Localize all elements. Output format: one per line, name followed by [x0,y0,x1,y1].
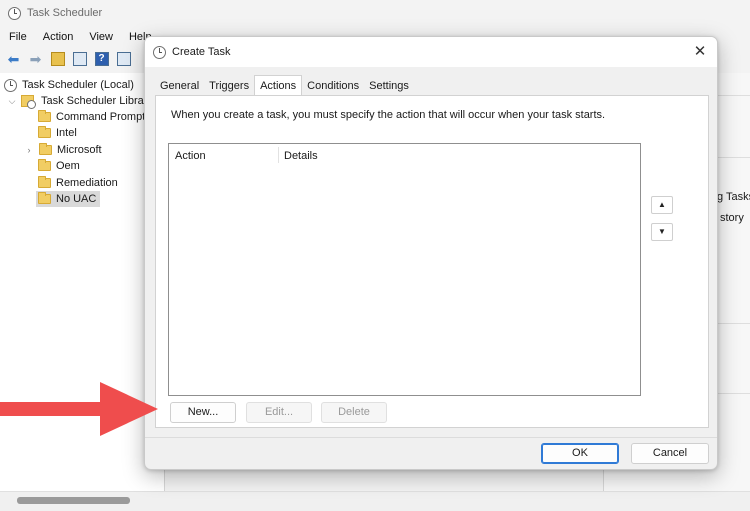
tree-item-intel[interactable]: Intel [38,125,77,141]
actions-list[interactable]: Action Details [168,143,641,396]
menu-action[interactable]: Action [43,31,74,43]
tab-general[interactable]: General [155,77,204,95]
tree-item-microsoft[interactable]: › Microsoft [25,142,102,158]
clock-icon [4,78,17,92]
forward-button[interactable]: ➡ [27,51,44,68]
tree-item-library[interactable]: ⌵ Task Scheduler Library [8,93,153,109]
tab-strip: General Triggers Actions Conditions Sett… [155,75,414,95]
tree-item-remediation[interactable]: Remediation [38,175,118,191]
tree-item-no-uac[interactable]: No UAC [36,191,101,207]
task-scheduler-icon [8,6,21,20]
menu-view[interactable]: View [89,31,113,43]
show-action-pane-button[interactable] [115,51,132,68]
folder-icon [38,159,51,171]
title-bar: Task Scheduler [0,0,750,26]
tree-item-label: Remediation [56,177,118,189]
tree-item-label: Oem [56,160,80,172]
tab-conditions[interactable]: Conditions [302,77,364,95]
move-down-button[interactable]: ▼ [651,223,673,241]
window-title: Task Scheduler [27,7,103,19]
tree-item-label: Microsoft [57,144,102,156]
forward-arrow-icon: ➡ [29,50,42,67]
arrow-up-icon: ▲ [658,200,666,209]
annotation-arrow-icon [0,382,158,436]
console-tree-icon [72,52,87,66]
edit-action-button[interactable]: Edit... [246,402,312,423]
tree-item-label: Command Prompt [56,111,146,123]
footer-divider [145,437,717,438]
column-header-details[interactable]: Details [284,150,318,162]
arrow-down-icon: ▼ [658,227,666,236]
column-divider[interactable] [278,147,279,163]
folder-icon [39,143,52,155]
tab-triggers[interactable]: Triggers [204,77,254,95]
actions-pane-item[interactable]: story [720,212,744,224]
dialog-title-bar: Create Task ✕ [145,37,717,67]
close-icon[interactable]: ✕ [691,43,709,61]
dialog-title: Create Task [172,46,231,58]
create-task-dialog: Create Task ✕ General Triggers Actions C… [144,36,718,470]
action-pane-icon [116,52,131,66]
help-icon: ? [94,52,109,66]
tab-actions[interactable]: Actions [254,75,303,95]
collapse-chevron-icon[interactable]: ⌵ [8,96,16,107]
task-scheduler-icon [153,45,166,59]
menu-bar: File Action View Help [0,27,152,47]
delete-action-button[interactable]: Delete [321,402,387,423]
back-button[interactable]: ⬅ [5,51,22,68]
folder-up-icon [50,52,65,66]
tree-root-label: Task Scheduler (Local) [22,79,134,91]
annotation-arrow-shape [0,382,158,436]
up-folder-button[interactable] [49,51,66,68]
help-button[interactable]: ? [93,51,110,68]
tree-item-oem[interactable]: Oem [38,158,80,174]
back-arrow-icon: ⬅ [7,50,20,67]
folder-icon [38,192,51,204]
folder-icon [38,176,51,188]
actions-pane-item[interactable]: g Tasks [717,191,750,203]
column-header-action[interactable]: Action [175,150,206,162]
tree-item-command-prompt[interactable]: Command Prompt [38,109,145,125]
folder-icon [38,110,51,122]
ok-button[interactable]: OK [541,443,619,464]
scrollbar-thumb[interactable] [17,497,130,504]
tree-item-label: No UAC [56,193,97,205]
tree-library-label: Task Scheduler Library [41,95,153,107]
show-hide-tree-button[interactable] [71,51,88,68]
tree-root[interactable]: Task Scheduler (Local) [4,77,134,93]
actions-description: When you create a task, you must specify… [171,109,606,121]
tree-item-label: Intel [56,127,77,139]
menu-file[interactable]: File [9,31,27,43]
actions-tab-panel: When you create a task, you must specify… [155,95,709,428]
new-action-button[interactable]: New... [170,402,236,423]
move-up-button[interactable]: ▲ [651,196,673,214]
cancel-button[interactable]: Cancel [631,443,709,464]
library-folder-icon [21,95,36,109]
folder-icon [38,126,51,138]
tab-settings[interactable]: Settings [364,77,414,95]
expand-chevron-icon[interactable]: › [25,145,33,155]
horizontal-scrollbar[interactable] [0,491,750,511]
